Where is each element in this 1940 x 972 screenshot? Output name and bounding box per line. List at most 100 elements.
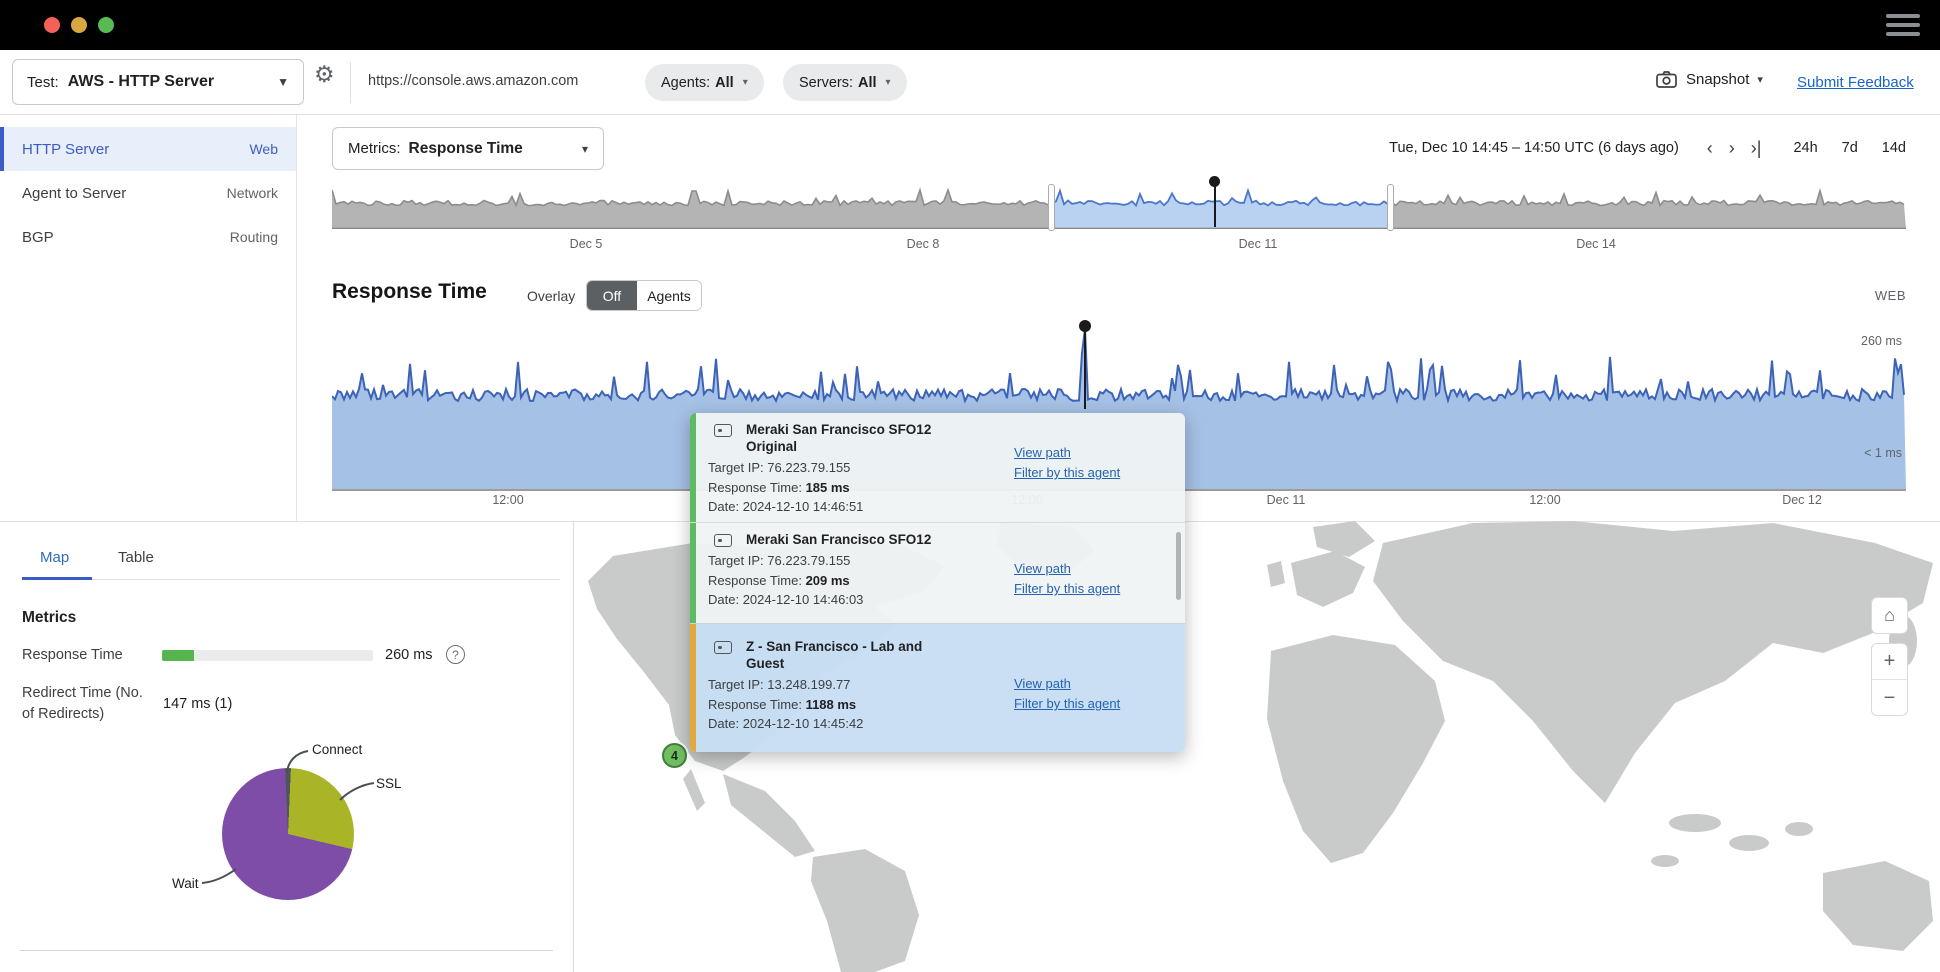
agent-hover-tooltip: Meraki San Francisco SFO12 Original Targ… (690, 413, 1185, 752)
help-icon[interactable]: ? (446, 645, 465, 664)
metrics-section-title: Metrics (22, 609, 76, 627)
chevron-right-icon[interactable]: › (1729, 139, 1735, 157)
x-axis-tick: 12:00 (1529, 493, 1560, 507)
hamburger-menu-icon[interactable] (1886, 14, 1920, 41)
redirect-time-value: 147 ms (1) (163, 696, 232, 712)
x-axis-tick: 12:00 (492, 493, 523, 507)
date-row: Date: 2024-12-10 14:46:51 (708, 497, 1171, 517)
timeline-tick: Dec 14 (1576, 237, 1616, 251)
sidebar-item-category: Network (227, 185, 278, 201)
tooltip-scrollbar[interactable] (1176, 532, 1181, 600)
test-name: AWS - HTTP Server (68, 73, 214, 91)
filter-by-agent-link[interactable]: Filter by this agent (1014, 694, 1120, 714)
zoom-out-button[interactable]: − (1872, 680, 1907, 716)
view-path-link[interactable]: View path (1014, 443, 1120, 463)
timeline-tick: Dec 11 (1239, 237, 1278, 251)
agent-name: Z - San Francisco - Lab and Guest (746, 638, 964, 672)
pie-leader-lines (150, 735, 480, 895)
sidebar-item-label: BGP (22, 229, 54, 246)
metrics-selector-dropdown[interactable]: Metrics: Response Time ▾ (332, 127, 604, 170)
brush-handle-right[interactable] (1387, 184, 1394, 231)
metrics-label: Metrics: (348, 140, 401, 157)
servers-filter-dropdown[interactable]: Servers: All ▾ (783, 64, 907, 101)
timeline-tick: Dec 5 (570, 237, 603, 251)
agents-filter-dropdown[interactable]: Agents: All ▾ (645, 64, 764, 101)
brush-handle-left[interactable] (1048, 184, 1055, 231)
sidebar-item-http-server[interactable]: HTTP Server Web (0, 127, 296, 171)
submit-feedback-link[interactable]: Submit Feedback (1797, 74, 1914, 91)
maximize-window-icon[interactable] (98, 17, 114, 33)
response-time-metric-value: 260 ms (385, 647, 433, 663)
time-navigation: Tue, Dec 10 14:45 – 14:50 UTC (6 days ag… (1389, 139, 1906, 157)
filter-by-agent-link[interactable]: Filter by this agent (1014, 579, 1120, 599)
view-path-link[interactable]: View path (1014, 674, 1120, 694)
sidebar-item-label: Agent to Server (22, 185, 126, 202)
close-window-icon[interactable] (44, 17, 60, 33)
agent-status-bar (690, 624, 696, 752)
filter-by-agent-link[interactable]: Filter by this agent (1014, 463, 1120, 483)
minimize-window-icon[interactable] (71, 17, 87, 33)
zoom-in-button[interactable]: + (1872, 644, 1907, 680)
chevron-down-icon: ▾ (743, 77, 748, 88)
enterprise-agent-icon (714, 534, 732, 547)
agent-cluster-marker[interactable]: 4 (662, 743, 687, 768)
y-axis-min: < 1 ms (1864, 446, 1902, 460)
range-button-14d[interactable]: 14d (1882, 140, 1906, 156)
chart-pin-line (1084, 330, 1086, 409)
overlay-label: Overlay (527, 288, 575, 304)
tab-table[interactable]: Table (118, 549, 154, 566)
response-time-meter-fill (162, 650, 194, 661)
agent-name: Meraki San Francisco SFO12 Original (746, 421, 964, 455)
timeline-tick: Dec 8 (907, 237, 940, 251)
agent-name: Meraki San Francisco SFO12 (746, 531, 964, 548)
tab-map[interactable]: Map (40, 549, 69, 566)
test-selector-dropdown[interactable]: Test: AWS - HTTP Server ▼ (12, 59, 304, 105)
window-titlebar (0, 0, 1940, 50)
redirect-time-label: Redirect Time (No. (22, 685, 143, 701)
response-time-metric-label: Response Time (22, 647, 123, 663)
timeline-overview-chart[interactable] (332, 186, 1906, 229)
y-axis-max: 260 ms (1861, 334, 1902, 348)
latest-round-icon[interactable]: ›| (1751, 139, 1762, 157)
overlay-off-button[interactable]: Off (587, 281, 637, 310)
redirect-time-label: of Redirects) (22, 706, 104, 722)
chevron-down-icon: ▾ (886, 77, 891, 88)
agents-value: All (715, 75, 734, 91)
camera-icon (1656, 71, 1677, 88)
test-label: Test: (27, 74, 59, 91)
view-path-link[interactable]: View path (1014, 559, 1120, 579)
divider (350, 62, 351, 103)
date-range-label: Tue, Dec 10 14:45 – 14:50 UTC (6 days ag… (1389, 140, 1679, 156)
overlay-toggle: Off Agents (586, 280, 702, 311)
servers-value: All (858, 75, 877, 91)
date-row: Date: 2024-12-10 14:45:42 (708, 714, 1171, 734)
chevron-left-icon[interactable]: ‹ (1707, 139, 1713, 157)
snapshot-button[interactable]: Snapshot ▾ (1656, 71, 1763, 88)
tab-divider (22, 579, 560, 580)
tooltip-entry: Meraki San Francisco SFO12 Original Targ… (690, 413, 1185, 522)
panel-bottom-divider (20, 950, 553, 951)
test-views-sidebar: HTTP Server Web Agent to Server Network … (0, 115, 297, 521)
range-button-24h[interactable]: 24h (1793, 140, 1817, 156)
chevron-down-icon: ▾ (1757, 73, 1763, 86)
test-target-url: https://console.aws.amazon.com (368, 73, 578, 89)
x-axis-tick: Dec 12 (1782, 493, 1822, 507)
response-time-meter (162, 650, 373, 661)
chevron-down-icon: ▼ (277, 75, 289, 89)
layer-badge: WEB (1875, 288, 1906, 303)
gear-icon[interactable]: ⚙ (314, 61, 335, 88)
sidebar-item-agent-to-server[interactable]: Agent to Server Network (0, 171, 296, 215)
overlay-agents-button[interactable]: Agents (637, 281, 701, 310)
servers-label: Servers: (799, 75, 853, 91)
tooltip-entry: Meraki San Francisco SFO12 Target IP: 76… (690, 522, 1185, 623)
tooltip-entry-selected: Z - San Francisco - Lab and Guest Target… (690, 623, 1185, 752)
app-header: Test: AWS - HTTP Server ▼ ⚙ https://cons… (0, 50, 1940, 115)
timeline-pin-line (1214, 185, 1216, 227)
x-axis-tick: Dec 11 (1267, 493, 1306, 507)
map-home-button[interactable]: ⌂ (1871, 597, 1908, 634)
map-zoom-controls: + − (1871, 643, 1908, 716)
range-button-7d[interactable]: 7d (1842, 140, 1858, 156)
active-tab-indicator (22, 577, 92, 580)
sidebar-item-bgp[interactable]: BGP Routing (0, 215, 296, 259)
enterprise-agent-icon (714, 424, 732, 437)
